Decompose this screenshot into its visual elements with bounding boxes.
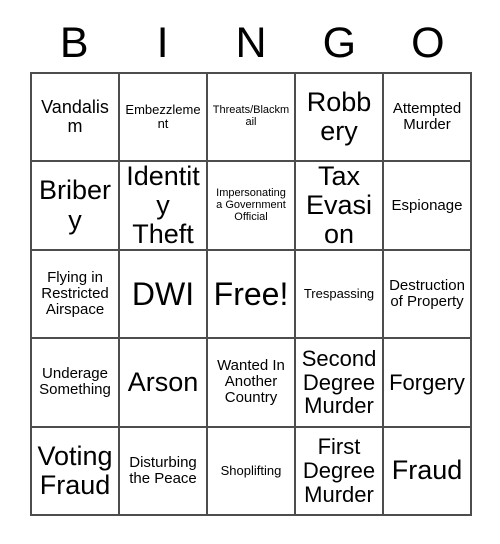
bingo-cell[interactable]: Voting Fraud (32, 427, 120, 516)
bingo-cell[interactable]: Underage Something (32, 339, 120, 428)
bingo-cell[interactable]: Vandalism (32, 74, 120, 163)
bingo-cell[interactable]: Attempted Murder (384, 74, 472, 163)
bingo-cell[interactable]: Shoplifting (208, 427, 296, 516)
bingo-cell-label: Destruction of Property (389, 276, 465, 310)
bingo-cell[interactable]: Embezzlement (120, 74, 208, 163)
bingo-cell-label: Tax Evasion (305, 162, 373, 250)
bingo-cell-label: Bribery (38, 175, 112, 235)
bingo-cell[interactable]: DWI (120, 250, 208, 340)
bingo-header-letter-g: G (322, 18, 357, 67)
bingo-cell-label: Wanted In Another Country (217, 357, 285, 407)
bingo-cell[interactable]: Destruction of Property (384, 250, 472, 340)
bingo-header-letter-n: N (235, 18, 267, 67)
bingo-cell-label: Fraud (391, 455, 463, 486)
bingo-cell[interactable]: Forgery (384, 339, 472, 428)
bingo-cell-label: Voting Fraud (37, 440, 113, 500)
bingo-cell[interactable]: Threats/Blackmail (208, 74, 296, 163)
bingo-cell-label: Threats/Blackmail (212, 104, 290, 129)
bingo-cell-label: Vandalism (41, 96, 109, 137)
bingo-cell-label: Embezzlement (125, 102, 201, 132)
bingo-cell[interactable]: Free! (208, 250, 296, 340)
bingo-cell-label: Trespassing (303, 285, 375, 301)
bingo-cell-label: Forgery (389, 369, 465, 395)
bingo-cell-label: Attempted Murder (392, 100, 462, 134)
bingo-cell[interactable]: Second Degree Murder (296, 339, 384, 428)
bingo-cell[interactable]: Trespassing (296, 250, 384, 340)
bingo-cell[interactable]: Espionage (384, 162, 472, 251)
bingo-cell-label: Disturbing the Peace (129, 453, 197, 487)
bingo-cell[interactable]: Impersonating a Government Official (208, 162, 296, 251)
bingo-cell-label: Arson (127, 366, 199, 397)
bingo-cell-label: Free! (213, 275, 289, 312)
bingo-header-row: B I N G O (30, 14, 472, 72)
bingo-cell-label: DWI (131, 275, 195, 312)
bingo-cell-label: Robbery (306, 87, 372, 147)
bingo-cell-label: Identity Theft (126, 162, 200, 250)
bingo-cell[interactable]: Tax Evasion (296, 162, 384, 251)
bingo-cell-label: Espionage (391, 196, 463, 214)
bingo-cell[interactable]: Bribery (32, 162, 120, 251)
bingo-cell[interactable]: Robbery (296, 74, 384, 163)
bingo-cell[interactable]: Flying in Restricted Airspace (32, 250, 120, 340)
bingo-cell-label: Second Degree Murder (301, 345, 377, 419)
bingo-cell[interactable]: Fraud (384, 427, 472, 516)
bingo-cell[interactable]: Identity Theft (120, 162, 208, 251)
bingo-card: B I N G O Vandalism Embezzlement Threats/B… (0, 0, 500, 544)
bingo-grid: Vandalism Embezzlement Threats/Blackmail Ro… (30, 72, 472, 516)
bingo-cell[interactable]: Wanted In Another Country (208, 339, 296, 428)
bingo-header-letter-o: O (411, 18, 445, 67)
bingo-cell-label: First Degree Murder (302, 434, 376, 507)
bingo-cell[interactable]: Disturbing the Peace (120, 427, 208, 516)
bingo-cell-label: Flying in Restricted Airspace (41, 268, 109, 319)
bingo-cell[interactable]: Arson (120, 339, 208, 428)
bingo-cell-label: Impersonating a Government Official (216, 186, 286, 223)
bingo-cell-label: Shoplifting (220, 462, 282, 478)
bingo-header-letter-i: I (156, 18, 169, 67)
bingo-header-letter-b: B (59, 18, 89, 67)
bingo-cell-label: Underage Something (39, 365, 111, 399)
bingo-cell[interactable]: First Degree Murder (296, 427, 384, 516)
